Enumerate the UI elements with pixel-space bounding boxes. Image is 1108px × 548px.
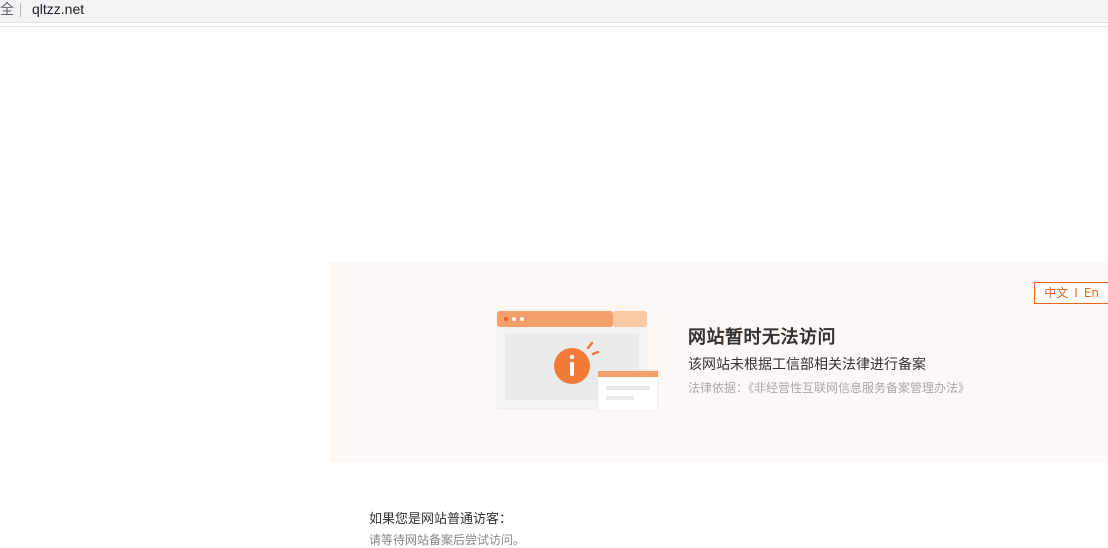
lang-en-link[interactable]: En (1084, 283, 1099, 303)
law-basis-text: 法律依据：《非经营性互联网信息服务备案管理办法》 (688, 381, 971, 395)
notice-panel: 中文 I En 网站暂时无法访问 该网站未根据工信部相关法律进行备案 法律依据：《非… (330, 262, 1108, 462)
secure-label[interactable]: 全 (0, 1, 14, 19)
visitor-heading: 如果您是网站普通访客： (369, 512, 513, 527)
popup-card (597, 370, 659, 412)
notice-title: 网站暂时无法访问 (688, 327, 836, 348)
address-separator (20, 3, 21, 17)
address-bar[interactable]: 全 qltzz.net (0, 0, 1108, 23)
notice-description: 该网站未根据工信部相关法律进行备案 (688, 357, 926, 373)
lang-separator: I (1074, 286, 1078, 300)
visitor-instruction: 请等待网站备案后尝试访问。 (369, 533, 526, 547)
page-divider (0, 26, 1108, 27)
url-text[interactable]: qltzz.net (32, 0, 84, 18)
lang-zh-link[interactable]: 中文 (1044, 283, 1068, 303)
language-switch[interactable]: 中文 I En (1034, 282, 1108, 304)
browser-warning-illustration (496, 310, 659, 412)
